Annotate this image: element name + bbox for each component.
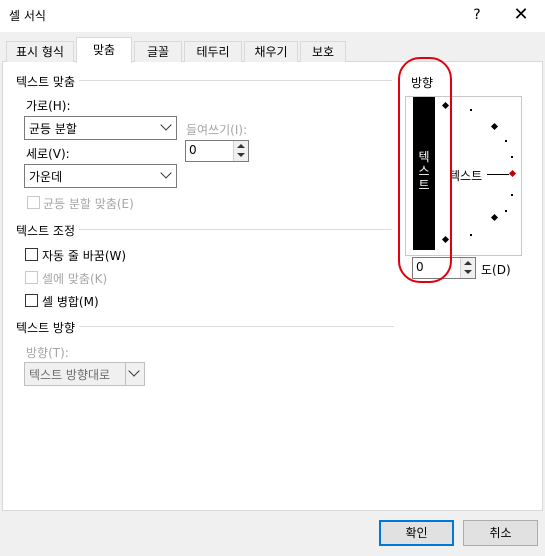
dial-tick (511, 156, 513, 158)
dial-tick (505, 140, 507, 142)
justify-distributed-checkbox[interactable] (27, 196, 40, 209)
vertical-select[interactable]: 가운데 (24, 164, 177, 188)
horizontal-select[interactable]: 균등 분할 (24, 116, 177, 140)
indent-spin-buttons[interactable] (233, 141, 248, 161)
section-text-direction: 텍스트 방향 (16, 319, 80, 336)
direction-value: 텍스트 방향대로 (29, 368, 111, 382)
dial-tick (511, 194, 513, 196)
horizontal-label: 가로(H): (26, 99, 71, 113)
horizontal-dropdown-button[interactable] (157, 117, 176, 139)
direction-label: 방향(T): (26, 346, 69, 360)
degrees-spin-buttons[interactable] (460, 258, 475, 278)
ok-button[interactable]: 확인 (379, 520, 454, 546)
help-button[interactable]: ? (466, 4, 488, 26)
tab-number[interactable]: 표시 형식 (6, 41, 74, 62)
direction-select[interactable]: 텍스트 방향대로 (24, 362, 145, 386)
tab-fill[interactable]: 채우기 (244, 41, 298, 62)
wrap-text-checkbox[interactable] (25, 248, 38, 261)
chevron-down-icon (128, 365, 140, 377)
indent-stepper[interactable]: 0 (185, 140, 249, 162)
dial-tick (470, 234, 472, 236)
merge-cells-checkbox[interactable] (25, 294, 38, 307)
tab-protection[interactable]: 보호 (300, 41, 346, 62)
vertical-label: 세로(V): (26, 147, 70, 161)
down-arrow-icon[interactable] (237, 153, 245, 157)
orientation-text-label: 텍스트 (449, 167, 483, 184)
title-bar (0, 0, 545, 32)
shrink-to-fit-checkbox[interactable] (25, 271, 38, 284)
direction-dropdown-button[interactable] (125, 363, 144, 385)
indent-value: 0 (189, 143, 197, 157)
tab-border[interactable]: 테두리 (184, 41, 242, 62)
up-arrow-icon[interactable] (464, 261, 472, 265)
degrees-label: 도(D) (481, 263, 511, 277)
cancel-button[interactable]: 취소 (463, 520, 538, 546)
chevron-down-icon (160, 119, 172, 131)
indent-label: 들여쓰기(I): (186, 123, 248, 137)
orientation-line (487, 174, 509, 175)
merge-cells-label: 셀 병합(M) (42, 295, 99, 309)
dial-tick (470, 109, 472, 111)
wrap-text-label: 자동 줄 바꿈(W) (42, 249, 127, 263)
dial-tick (505, 210, 507, 212)
red-highlight-annotation (398, 57, 452, 283)
section-text-alignment: 텍스트 맞춤 (16, 73, 80, 90)
chevron-down-icon (160, 167, 172, 179)
vertical-value: 가운데 (29, 170, 63, 184)
vertical-dropdown-button[interactable] (157, 165, 176, 187)
up-arrow-icon[interactable] (237, 144, 245, 148)
down-arrow-icon[interactable] (464, 270, 472, 274)
justify-distributed-label: 균등 분할 맞춤(E) (43, 197, 134, 211)
tab-alignment[interactable]: 맞춤 (76, 37, 132, 63)
section-text-control: 텍스트 조정 (16, 222, 80, 239)
window-title: 셀 서식 (9, 9, 46, 23)
horizontal-value: 균등 분할 (29, 122, 77, 136)
shrink-to-fit-label: 셀에 맞춤(K) (42, 272, 108, 286)
close-button[interactable]: ✕ (508, 3, 534, 27)
tab-font[interactable]: 글꼴 (134, 41, 182, 62)
